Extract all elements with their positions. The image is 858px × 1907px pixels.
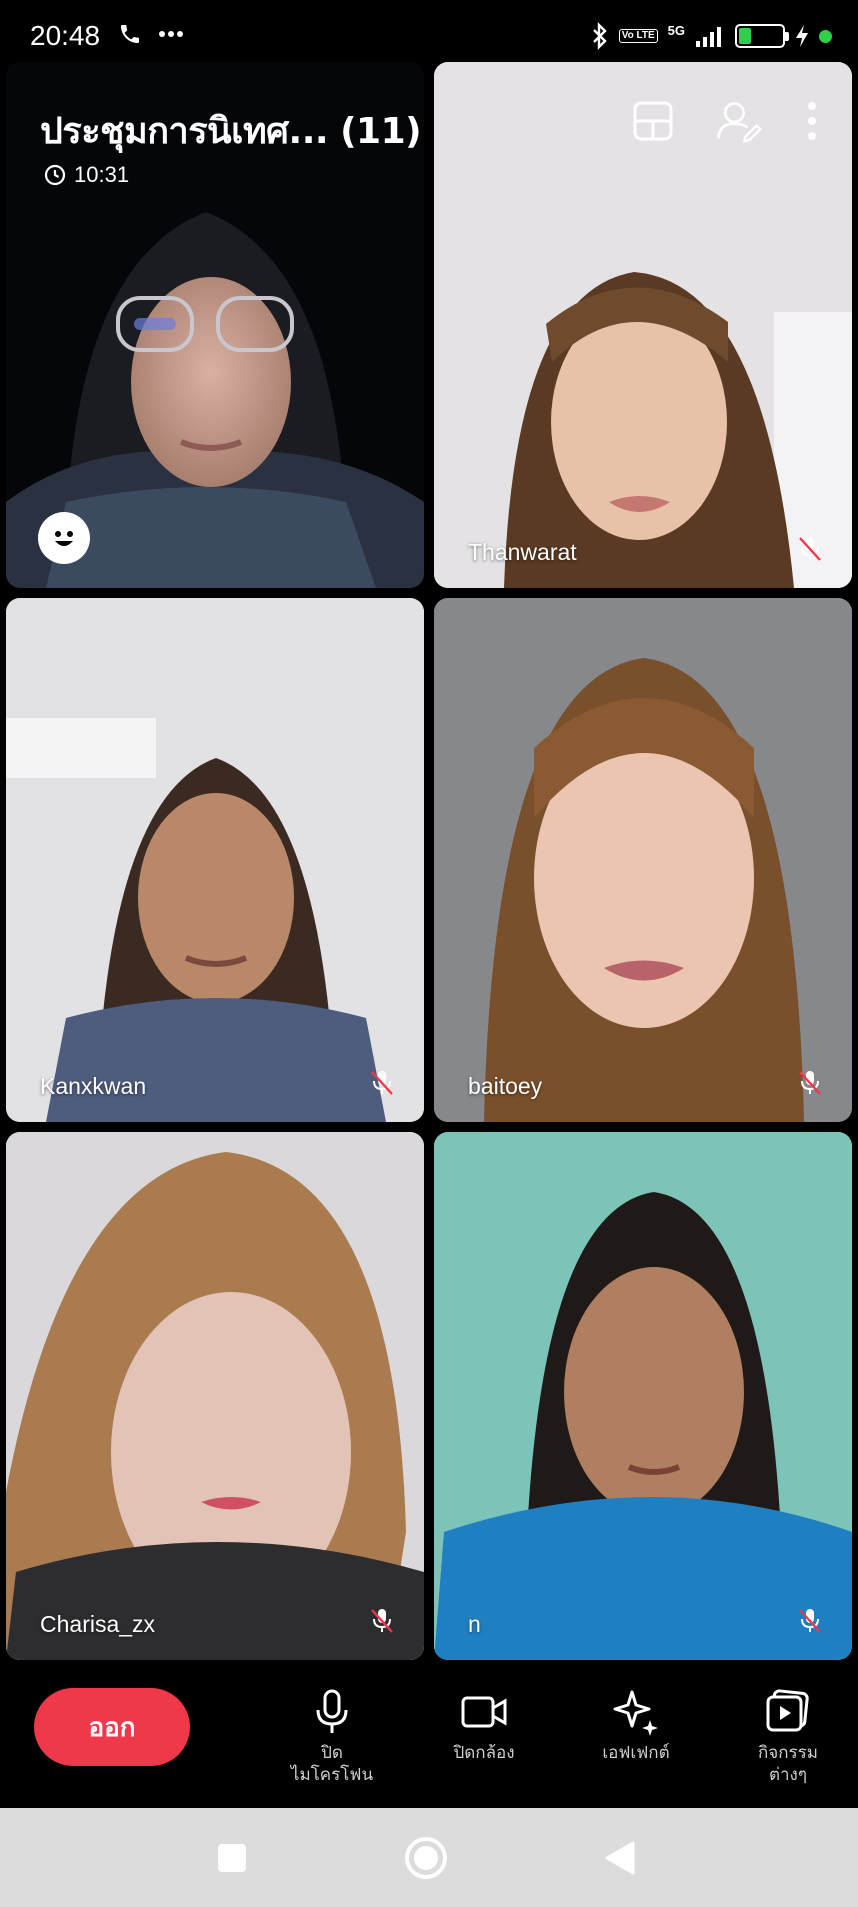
mic-muted-icon <box>371 1071 393 1095</box>
effects-label: เอฟเฟกต์ <box>602 1743 670 1763</box>
activities-button[interactable]: กิจกรรม ต่างๆ <box>718 1686 858 1786</box>
meeting-title: ประชุมการนิเทศ... (11) <box>40 111 422 152</box>
recents-square-icon[interactable] <box>208 1834 256 1882</box>
layout-icon[interactable] <box>630 98 676 144</box>
battery-indicator: 29 <box>735 24 789 48</box>
clock-icon <box>44 164 66 186</box>
participant-name: Charisa_zx <box>40 1611 156 1637</box>
smiley-icon <box>55 531 73 546</box>
participant-video <box>6 1132 424 1660</box>
effects-button[interactable]: เอฟเฟกต์ <box>566 1686 706 1764</box>
participant-video <box>6 598 424 1122</box>
status-time: 20:48 <box>30 20 101 51</box>
camera-toggle-button[interactable]: ปิดกล้อง <box>414 1686 554 1764</box>
volte-badge: Vo LTE <box>618 29 658 43</box>
participant-name: Thanwarat <box>468 539 577 565</box>
home-circle-icon[interactable] <box>402 1834 450 1882</box>
top-actions <box>630 98 822 144</box>
video-tile-charisa[interactable]: Charisa_zx <box>6 1132 424 1660</box>
activities-label: กิจกรรม ต่างๆ <box>757 1743 818 1785</box>
participant-name: baitoey <box>468 1073 543 1099</box>
system-nav-bar <box>0 1808 858 1907</box>
participant-name: n <box>468 1611 481 1637</box>
microphone-icon <box>306 1686 358 1738</box>
video-tile-baitoey[interactable]: baitoey <box>434 598 852 1122</box>
battery-fill <box>739 28 752 44</box>
mic-muted-icon <box>799 1609 821 1633</box>
video-camera-icon <box>458 1686 510 1738</box>
bluetooth-icon <box>592 22 607 50</box>
camera-toggle-label: ปิดกล้อง <box>453 1743 515 1763</box>
network-type: 5G <box>667 22 685 38</box>
participant-video <box>434 1132 852 1660</box>
add-participant-icon[interactable] <box>716 98 762 144</box>
status-bar: 20:48 Vo LTE 5G 29 <box>0 0 858 62</box>
sparkle-icon <box>610 1686 662 1738</box>
phone-icon <box>121 25 139 43</box>
mic-muted-icon <box>799 1071 821 1095</box>
charging-icon <box>796 25 808 47</box>
activities-icon <box>762 1686 814 1738</box>
privacy-indicator-dot <box>819 29 832 43</box>
participant-name: Kanxkwan <box>40 1073 147 1099</box>
meeting-timer: 10:31 <box>44 162 129 188</box>
participant-video <box>434 598 852 1122</box>
more-vert-icon[interactable] <box>802 98 822 144</box>
mic-toggle-label: ปิด ไมโครโฟน <box>290 1743 374 1785</box>
more-dots-icon <box>159 31 183 37</box>
signal-icon <box>696 27 721 47</box>
video-tile-kanxkwan[interactable]: Kanxkwan <box>6 598 424 1122</box>
meeting-duration: 10:31 <box>74 162 130 187</box>
battery-level: 29 <box>751 27 769 44</box>
mic-toggle-button[interactable]: ปิด ไมโครโฟน <box>262 1686 402 1786</box>
mic-muted-icon <box>371 1609 393 1633</box>
video-tile-thanwarat[interactable]: Thanwarat <box>434 62 852 588</box>
reaction-button[interactable] <box>38 512 90 564</box>
video-tile-n[interactable]: n <box>434 1132 852 1660</box>
leave-call-button[interactable]: ออก <box>34 1688 190 1766</box>
back-triangle-icon[interactable] <box>596 1834 644 1882</box>
call-controls: ออก ปิด ไมโครโฟน ปิดกล้อง เอฟเฟกต์ กิจกร… <box>0 1668 858 1808</box>
mic-muted-icon <box>799 537 821 561</box>
video-tile-self[interactable]: ประชุมการนิเทศ... (11) 10:31 <box>6 62 424 588</box>
